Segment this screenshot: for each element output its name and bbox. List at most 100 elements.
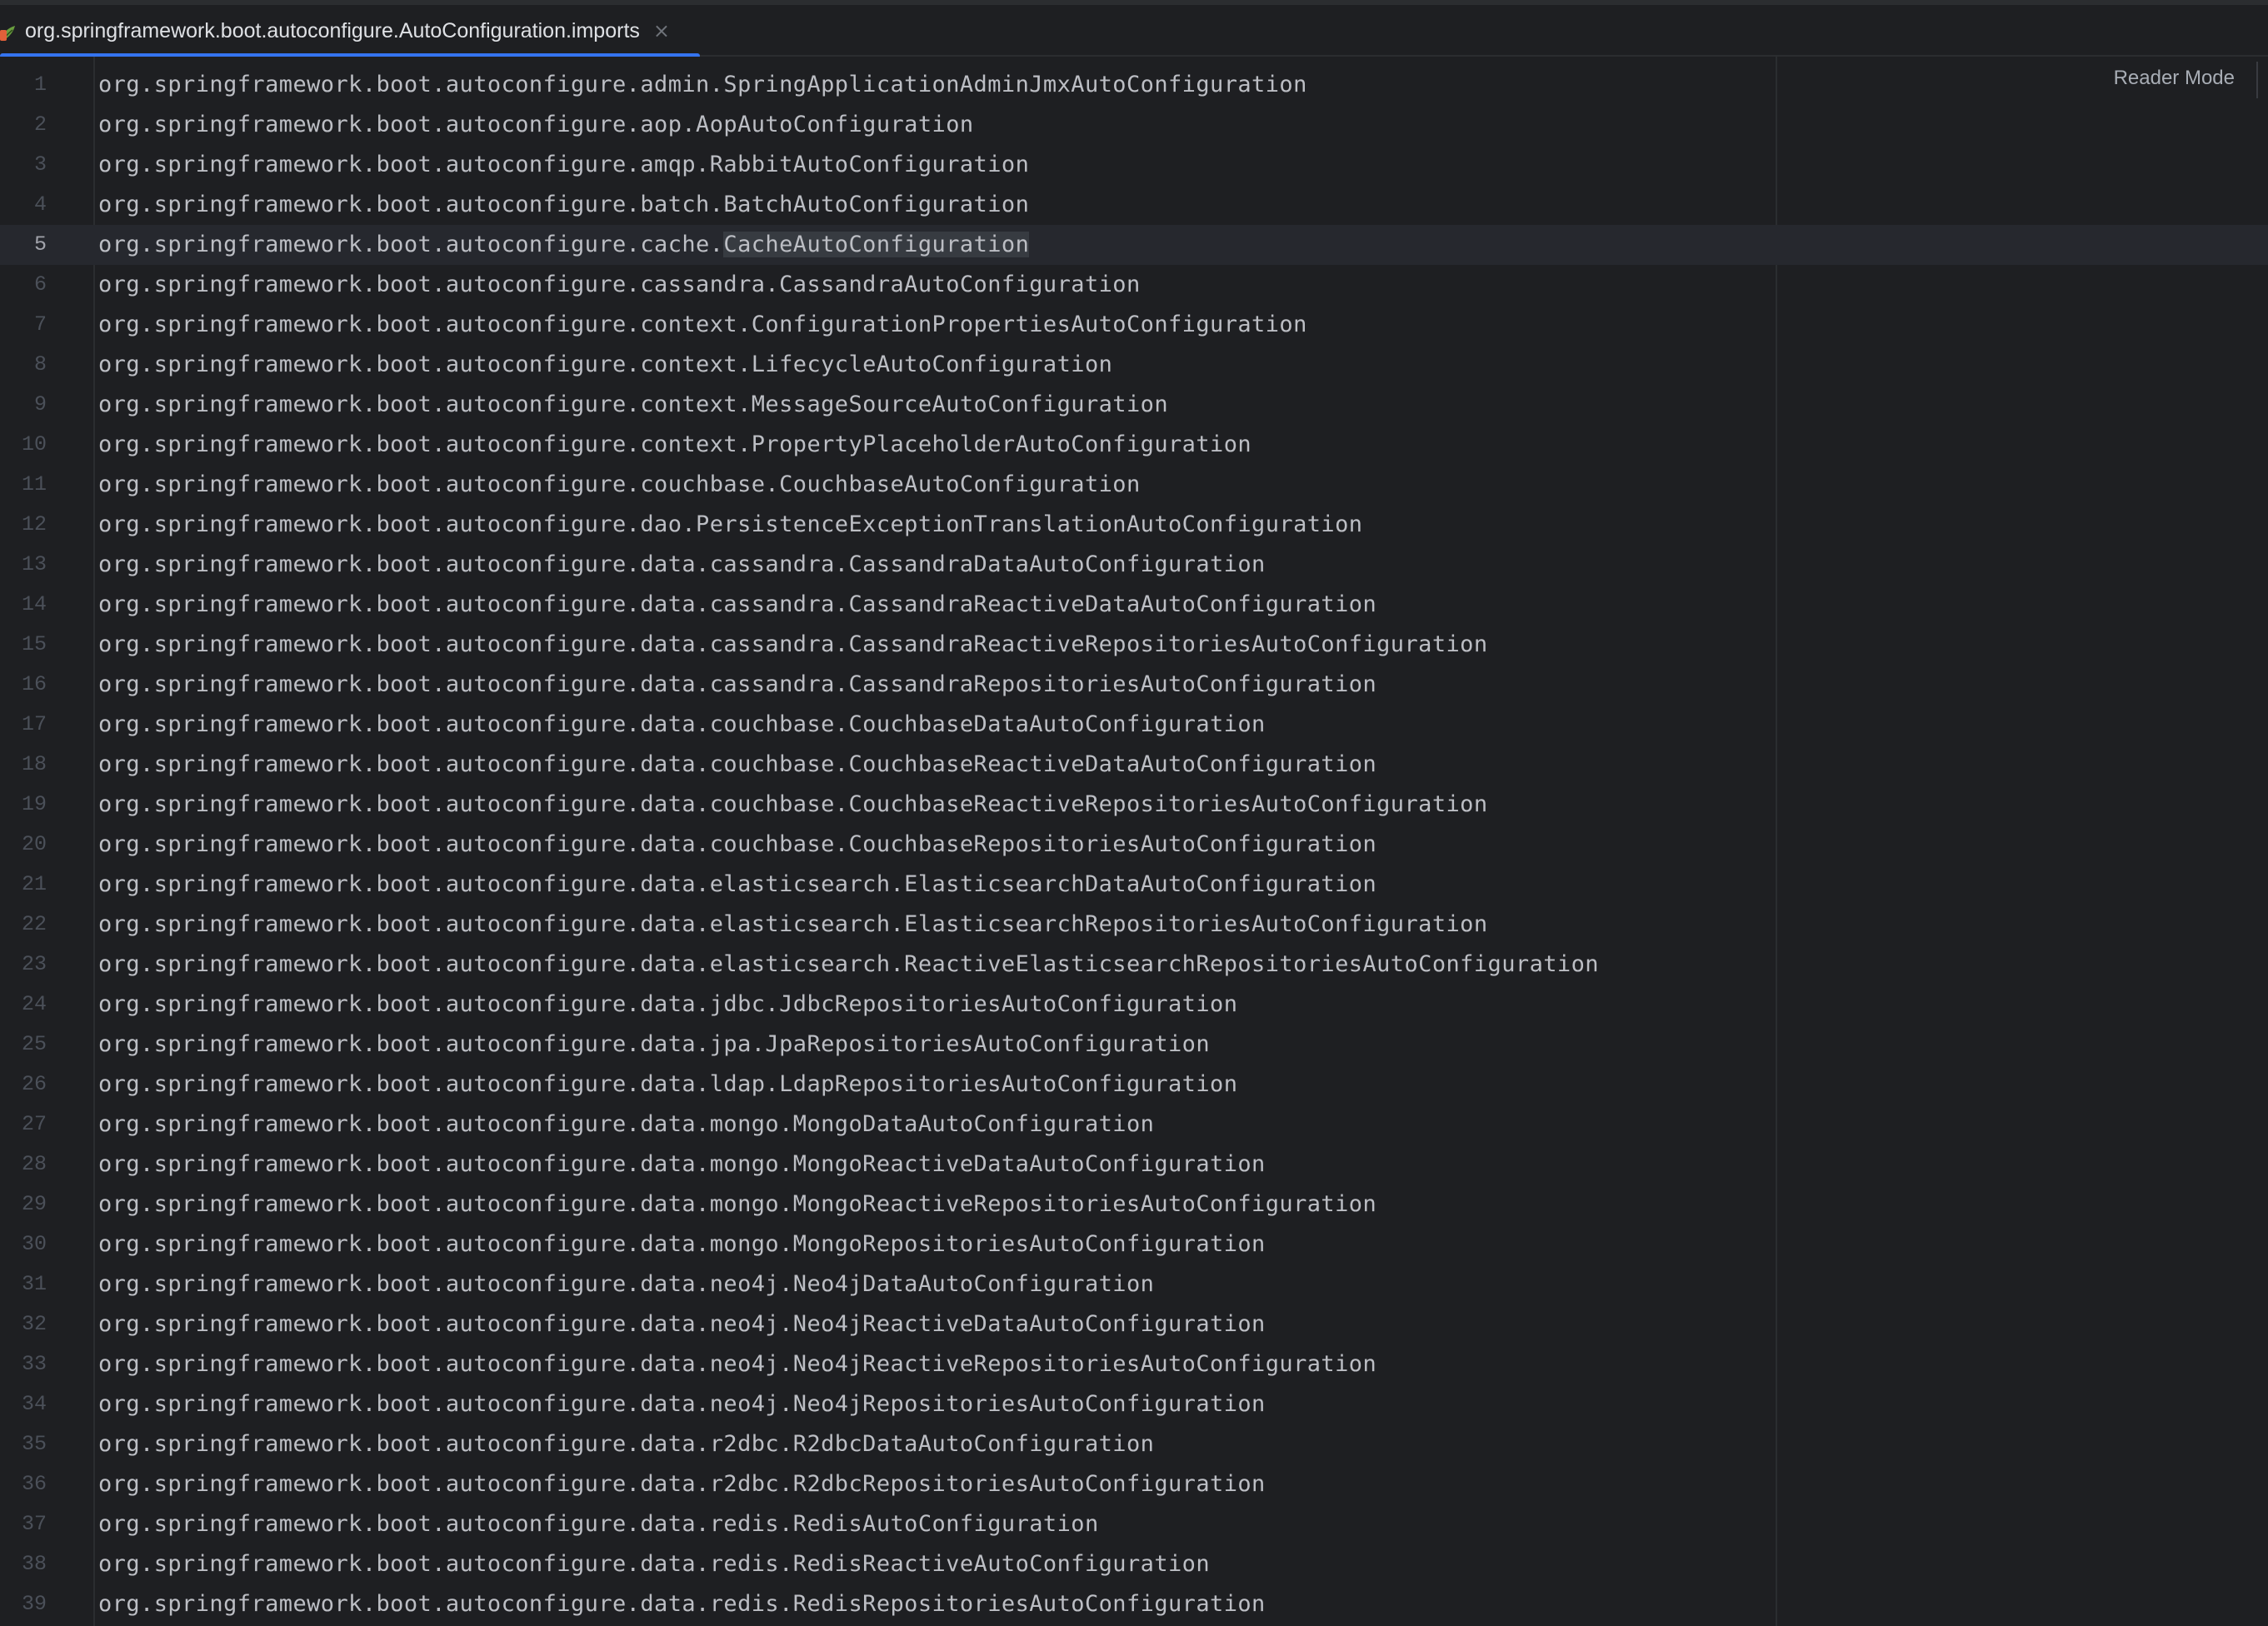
line-number: 20 <box>21 832 47 856</box>
code-text[interactable]: org.springframework.boot.autoconfigure.d… <box>98 705 1266 745</box>
code-line[interactable]: 14 org.springframework.boot.autoconfigure… <box>0 585 2268 625</box>
code-text[interactable]: org.springframework.boot.autoconfigure.d… <box>98 905 1488 945</box>
code-line[interactable]: 30 org.springframework.boot.autoconfigure… <box>0 1224 2268 1264</box>
code-line[interactable]: 7 org.springframework.boot.autoconfigure.… <box>0 305 2268 345</box>
code-line[interactable]: 28 org.springframework.boot.autoconfigure… <box>0 1145 2268 1185</box>
code-text[interactable]: org.springframework.boot.autoconfigure.d… <box>98 1264 1154 1304</box>
code-line[interactable]: 4 org.springframework.boot.autoconfigure.… <box>0 185 2268 225</box>
code-line[interactable]: 33 org.springframework.boot.autoconfigure… <box>0 1344 2268 1384</box>
code-text[interactable]: org.springframework.boot.autoconfigure.d… <box>98 825 1376 865</box>
code-text[interactable]: org.springframework.boot.autoconfigure.d… <box>98 585 1376 625</box>
code-line[interactable]: 3 org.springframework.boot.autoconfigure.… <box>0 145 2268 185</box>
code-line[interactable]: 23 org.springframework.boot.autoconfigure… <box>0 945 2268 985</box>
line-number: 11 <box>21 472 47 496</box>
line-number: 17 <box>21 712 47 736</box>
code-text[interactable]: org.springframework.boot.autoconfigure.a… <box>98 65 1307 105</box>
line-number: 1 <box>33 72 47 97</box>
code-text[interactable]: org.springframework.boot.autoconfigure.d… <box>98 1105 1154 1145</box>
code-text[interactable]: org.springframework.boot.autoconfigure.d… <box>98 1384 1266 1424</box>
code-line[interactable]: 26 org.springframework.boot.autoconfigure… <box>0 1065 2268 1105</box>
code-text[interactable]: org.springframework.boot.autoconfigure.d… <box>98 945 1599 985</box>
code-line[interactable]: 18 org.springframework.boot.autoconfigure… <box>0 745 2268 785</box>
code-text[interactable]: org.springframework.boot.autoconfigure.d… <box>98 665 1376 705</box>
code-line[interactable]: 38 org.springframework.boot.autoconfigure… <box>0 1544 2268 1584</box>
code-line[interactable]: 2 org.springframework.boot.autoconfigure.… <box>0 105 2268 145</box>
code-line[interactable]: 35 org.springframework.boot.autoconfigure… <box>0 1424 2268 1464</box>
code-text[interactable]: org.springframework.boot.autoconfigure.d… <box>98 1145 1266 1185</box>
code-text[interactable]: org.springframework.boot.autoconfigure.d… <box>98 1025 1210 1065</box>
code-text[interactable]: org.springframework.boot.autoconfigure.d… <box>98 1464 1266 1504</box>
code-text[interactable]: org.springframework.boot.autoconfigure.a… <box>98 145 1029 185</box>
code-line[interactable]: 27 org.springframework.boot.autoconfigure… <box>0 1105 2268 1145</box>
tab-autoconfiguration-imports[interactable]: org.springframework.boot.autoconfigure.A… <box>0 5 700 58</box>
code-text[interactable]: org.springframework.boot.autoconfigure.d… <box>98 1185 1376 1224</box>
code-line[interactable]: 11 org.springframework.boot.autoconfigure… <box>0 465 2268 505</box>
code-text[interactable]: org.springframework.boot.autoconfigure.d… <box>98 1504 1099 1544</box>
line-number: 25 <box>21 1032 47 1056</box>
code-text[interactable]: org.springframework.boot.autoconfigure.b… <box>98 185 1029 225</box>
code-text[interactable]: org.springframework.boot.autoconfigure.d… <box>98 1304 1266 1344</box>
line-number: 8 <box>33 352 47 377</box>
code-text[interactable]: org.springframework.boot.autoconfigure.c… <box>98 465 1141 505</box>
code-editor[interactable]: Reader Mode 1 org.springframework.boot.au… <box>0 57 2268 1626</box>
code-text[interactable]: org.springframework.boot.autoconfigure.d… <box>98 865 1376 905</box>
code-text[interactable]: org.springframework.boot.autoconfigure.d… <box>98 1424 1154 1464</box>
code-line[interactable]: 10 org.springframework.boot.autoconfigure… <box>0 425 2268 465</box>
code-line[interactable]: 9 org.springframework.boot.autoconfigure.… <box>0 385 2268 425</box>
code-line[interactable]: 1 org.springframework.boot.autoconfigure.… <box>0 65 2268 105</box>
code-text[interactable]: org.springframework.boot.autoconfigure.c… <box>98 265 1141 305</box>
code-text[interactable]: org.springframework.boot.autoconfigure.a… <box>98 105 974 145</box>
code-line[interactable]: 34 org.springframework.boot.autoconfigure… <box>0 1384 2268 1424</box>
line-number: 31 <box>21 1272 47 1296</box>
code-text[interactable]: org.springframework.boot.autoconfigure.c… <box>98 345 1112 385</box>
code-line[interactable]: 12 org.springframework.boot.autoconfigure… <box>0 505 2268 545</box>
code-text[interactable]: org.springframework.boot.autoconfigure.d… <box>98 505 1362 545</box>
code-line[interactable]: 8 org.springframework.boot.autoconfigure.… <box>0 345 2268 385</box>
spring-file-icon <box>0 18 18 43</box>
line-number: 3 <box>33 152 47 177</box>
code-text[interactable]: org.springframework.boot.autoconfigure.d… <box>98 1065 1237 1105</box>
code-text[interactable]: org.springframework.boot.autoconfigure.d… <box>98 1344 1376 1384</box>
code-text[interactable]: org.springframework.boot.autoconfigure.d… <box>98 985 1237 1025</box>
code-text[interactable]: org.springframework.boot.autoconfigure.c… <box>98 385 1168 425</box>
code-text-prefix: org.springframework.boot.autoconfigure.c… <box>98 232 724 257</box>
code-line[interactable]: 16 org.springframework.boot.autoconfigure… <box>0 665 2268 705</box>
code-line[interactable]: 21 org.springframework.boot.autoconfigure… <box>0 865 2268 905</box>
line-number: 39 <box>21 1592 47 1616</box>
code-line[interactable]: 32 org.springframework.boot.autoconfigure… <box>0 1304 2268 1344</box>
code-line[interactable]: 24 org.springframework.boot.autoconfigure… <box>0 985 2268 1025</box>
code-line[interactable]: 17 org.springframework.boot.autoconfigure… <box>0 705 2268 745</box>
code-text[interactable]: org.springframework.boot.autoconfigure.c… <box>98 425 1251 465</box>
code-text[interactable]: org.springframework.boot.autoconfigure.d… <box>98 545 1266 585</box>
code-line[interactable]: 19 org.springframework.boot.autoconfigure… <box>0 785 2268 825</box>
code-line[interactable]: 31 org.springframework.boot.autoconfigure… <box>0 1264 2268 1304</box>
line-number: 28 <box>21 1152 47 1176</box>
code-text[interactable]: org.springframework.boot.autoconfigure.d… <box>98 625 1488 665</box>
line-number: 2 <box>33 112 47 137</box>
code-line[interactable]: 39 org.springframework.boot.autoconfigure… <box>0 1584 2268 1624</box>
code-line[interactable]: 13 org.springframework.boot.autoconfigure… <box>0 545 2268 585</box>
code-text[interactable]: org.springframework.boot.autoconfigure.d… <box>98 1224 1266 1264</box>
code-line[interactable]: 37 org.springframework.boot.autoconfigure… <box>0 1504 2268 1544</box>
code-line[interactable]: 25 org.springframework.boot.autoconfigure… <box>0 1025 2268 1065</box>
code-line[interactable]: 29 org.springframework.boot.autoconfigure… <box>0 1185 2268 1224</box>
code-text[interactable]: org.springframework.boot.autoconfigure.d… <box>98 1584 1266 1624</box>
code-line[interactable]: 20 org.springframework.boot.autoconfigure… <box>0 825 2268 865</box>
code-lines: 1 org.springframework.boot.autoconfigure.… <box>0 65 2268 1624</box>
code-line[interactable]: 6 org.springframework.boot.autoconfigure.… <box>0 265 2268 305</box>
code-line[interactable]: 22 org.springframework.boot.autoconfigure… <box>0 905 2268 945</box>
line-number: 19 <box>21 792 47 816</box>
code-text[interactable]: org.springframework.boot.autoconfigure.c… <box>98 305 1307 345</box>
code-line[interactable]: 5 org.springframework.boot.autoconfigure.… <box>0 225 2268 265</box>
code-line[interactable]: 15 org.springframework.boot.autoconfigure… <box>0 625 2268 665</box>
close-icon[interactable]: × <box>653 19 670 42</box>
code-text[interactable]: org.springframework.boot.autoconfigure.c… <box>98 225 1030 265</box>
code-line[interactable]: 36 org.springframework.boot.autoconfigure… <box>0 1464 2268 1504</box>
code-text[interactable]: org.springframework.boot.autoconfigure.d… <box>98 1544 1210 1584</box>
code-text[interactable]: org.springframework.boot.autoconfigure.d… <box>98 785 1488 825</box>
line-number: 34 <box>21 1392 47 1416</box>
highlighted-word: CacheAutoConfiguration <box>723 232 1030 257</box>
code-text[interactable]: org.springframework.boot.autoconfigure.d… <box>98 745 1376 785</box>
line-number: 12 <box>21 512 47 536</box>
line-number: 4 <box>33 192 47 217</box>
